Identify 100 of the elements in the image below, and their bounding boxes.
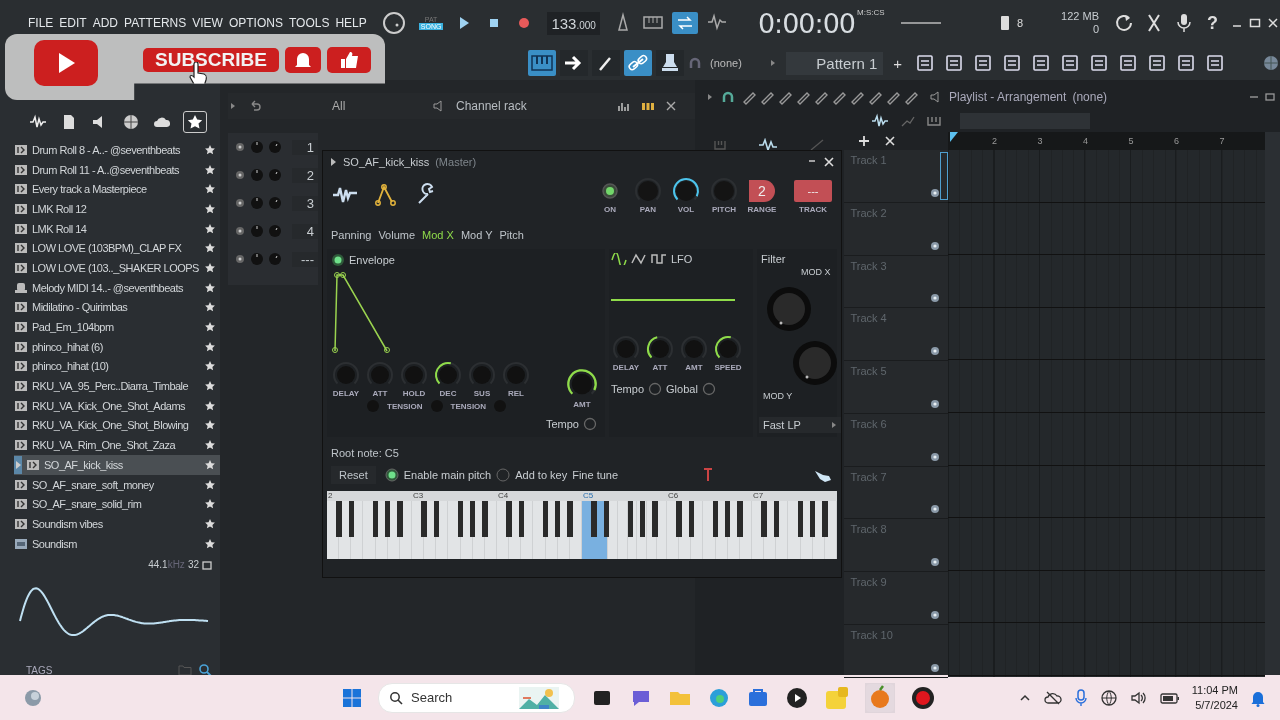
- step-count: 8: [1016, 17, 1024, 29]
- browser-item[interactable]: phinco_hihat (6): [14, 336, 220, 357]
- browser-item[interactable]: Pad_Em_104bpm: [14, 317, 220, 337]
- knob-label: SPEED: [714, 363, 742, 372]
- control-label: TRACK: [799, 204, 827, 214]
- pattern-selector[interactable]: Pattern 1: [786, 51, 884, 75]
- browser-item[interactable]: Drum Roll 11 - A..@seventhbeats: [14, 159, 220, 180]
- browser-item[interactable]: Drum Roll 8 - A..- @seventhbeats: [14, 140, 220, 160]
- menu-item[interactable]: ADD: [92, 16, 119, 30]
- browser-item[interactable]: SO_AF_snare_soft_money: [14, 474, 220, 495]
- bar-number: 5: [1128, 136, 1135, 146]
- section-label: Envelope: [349, 254, 395, 266]
- menu-item[interactable]: PATTERNS: [124, 16, 187, 30]
- option-label: Tempo: [545, 418, 579, 430]
- browser-item[interactable]: Melody MIDI 14..- @seventhbeats: [14, 277, 220, 298]
- browser-item[interactable]: LMK Roll 12: [14, 199, 220, 219]
- knob-label: ATT: [372, 389, 388, 398]
- octave-label: C3: [412, 491, 425, 501]
- browser-item[interactable]: RKU_VA_Kick_One_Shot_Adams: [14, 395, 220, 416]
- control-label: ON: [604, 204, 616, 214]
- section-label: Filter: [761, 253, 786, 265]
- control-label: VOL: [677, 204, 695, 214]
- channel-number[interactable]: 1: [292, 139, 318, 155]
- plugin-title: SO_AF_kick_kiss: [343, 156, 430, 168]
- option-label: Enable main pitch: [403, 469, 492, 481]
- menu-item[interactable]: FILE: [28, 16, 54, 30]
- browser-item[interactable]: Soundism vibes: [14, 514, 220, 534]
- browser-item[interactable]: Every track a Masterpiece: [14, 179, 220, 200]
- bar-number: 2: [992, 136, 999, 146]
- clock-time[interactable]: 11:04 PM: [1191, 682, 1238, 698]
- reset-button[interactable]: Reset: [331, 466, 376, 484]
- option-label: Add to key: [515, 469, 568, 481]
- tempo-display[interactable]: 133.000: [547, 11, 600, 35]
- browser-item[interactable]: LOW LOVE (103.._SHAKER LOOPS: [14, 258, 220, 278]
- filter-dropdown[interactable]: All: [272, 99, 422, 113]
- bar-number: 3: [1037, 136, 1044, 146]
- tags-label: TAGS: [26, 664, 54, 676]
- browser-item[interactable]: SO_AF_kick_kiss: [14, 455, 220, 475]
- tab[interactable]: Volume: [378, 229, 416, 241]
- menu-item[interactable]: HELP: [335, 16, 367, 30]
- sample-rate: 44.1kHz: [148, 559, 185, 571]
- channel-number[interactable]: 4: [292, 223, 318, 239]
- octave-label: C5: [582, 491, 595, 501]
- browser-item[interactable]: Soundism: [14, 533, 220, 554]
- knob-label: AMT: [573, 400, 591, 409]
- section-label: LFO: [671, 253, 693, 265]
- range-button[interactable]: 2: [749, 179, 775, 202]
- menu-item[interactable]: OPTIONS: [228, 16, 283, 30]
- channel-number[interactable]: 2: [292, 167, 318, 183]
- octave-label: C6: [667, 491, 680, 501]
- knob-label: ATT: [652, 363, 668, 372]
- channel-number[interactable]: 3: [292, 195, 318, 211]
- help-button[interactable]: ?: [1207, 12, 1218, 34]
- bar-number: 4: [1083, 136, 1090, 146]
- tab[interactable]: Mod Y: [460, 229, 493, 241]
- knob-label: SUS: [473, 389, 491, 398]
- mixer-track-label: (Master): [435, 156, 477, 168]
- octave-label: C7: [752, 491, 765, 501]
- option-label: Fine tune: [572, 469, 619, 481]
- bar-number: 7: [1219, 136, 1226, 146]
- bar-number: 6: [1174, 136, 1181, 146]
- bit-depth: 32: [187, 559, 199, 571]
- browser-item[interactable]: LOW LOVE (103BPM)_CLAP FX: [14, 238, 220, 259]
- menu-item[interactable]: EDIT: [59, 16, 87, 30]
- knob-label: AMT: [685, 363, 703, 372]
- add-pattern-button[interactable]: +: [893, 54, 902, 72]
- control-label: PAN: [639, 204, 657, 214]
- clock-date[interactable]: 5/7/2024: [1195, 697, 1238, 713]
- filter-type-selector[interactable]: Fast LP: [759, 417, 841, 433]
- knob-label: HOLD: [402, 389, 426, 398]
- time-format-label: M:S:CS: [857, 7, 885, 17]
- channel-number[interactable]: ---: [292, 251, 318, 267]
- menu-item[interactable]: TOOLS: [288, 16, 330, 30]
- menu-item[interactable]: VIEW: [192, 16, 223, 30]
- knob-label: DELAY: [612, 363, 640, 372]
- window-title: Channel rack: [456, 99, 527, 113]
- cpu-usage: 0: [1092, 23, 1099, 36]
- browser-item[interactable]: phinco_hihat (10): [14, 356, 220, 377]
- browser-item[interactable]: Midilatino - Quirimbas: [14, 297, 220, 318]
- search-input[interactable]: Search: [409, 689, 513, 706]
- option-label: Tempo: [611, 383, 645, 395]
- browser-item[interactable]: SO_AF_snare_solid_rim: [14, 494, 220, 515]
- browser-item[interactable]: RKU_VA_Kick_One_Shot_Blowing: [14, 415, 220, 436]
- option-label: Global: [666, 383, 698, 395]
- tab[interactable]: Pitch: [499, 229, 524, 241]
- knob-label: TENSION: [387, 401, 423, 411]
- mixer-track-button[interactable]: ---: [794, 179, 832, 202]
- search-field[interactable]: Search: [378, 682, 575, 713]
- octave-label: 2: [327, 491, 334, 501]
- snap-selector[interactable]: (none): [710, 57, 765, 69]
- tab[interactable]: Mod X: [422, 229, 454, 241]
- control-label: RANGE: [747, 204, 777, 214]
- subscribe-button[interactable]: SUBSCRIBE: [143, 48, 279, 72]
- browser-item[interactable]: LMK Roll 14: [14, 218, 220, 239]
- browser-item[interactable]: RKU_VA_95_Perc..Diarra_Timbale: [14, 376, 220, 396]
- browser-item[interactable]: RKU_VA_Rim_One_Shot_Zaza: [14, 435, 220, 455]
- window-title: Playlist - Arrangement: [949, 90, 1067, 104]
- knob-label: MOD X: [801, 267, 831, 277]
- tab[interactable]: Panning: [331, 229, 372, 241]
- pattern-label[interactable]: (none): [1072, 90, 1108, 104]
